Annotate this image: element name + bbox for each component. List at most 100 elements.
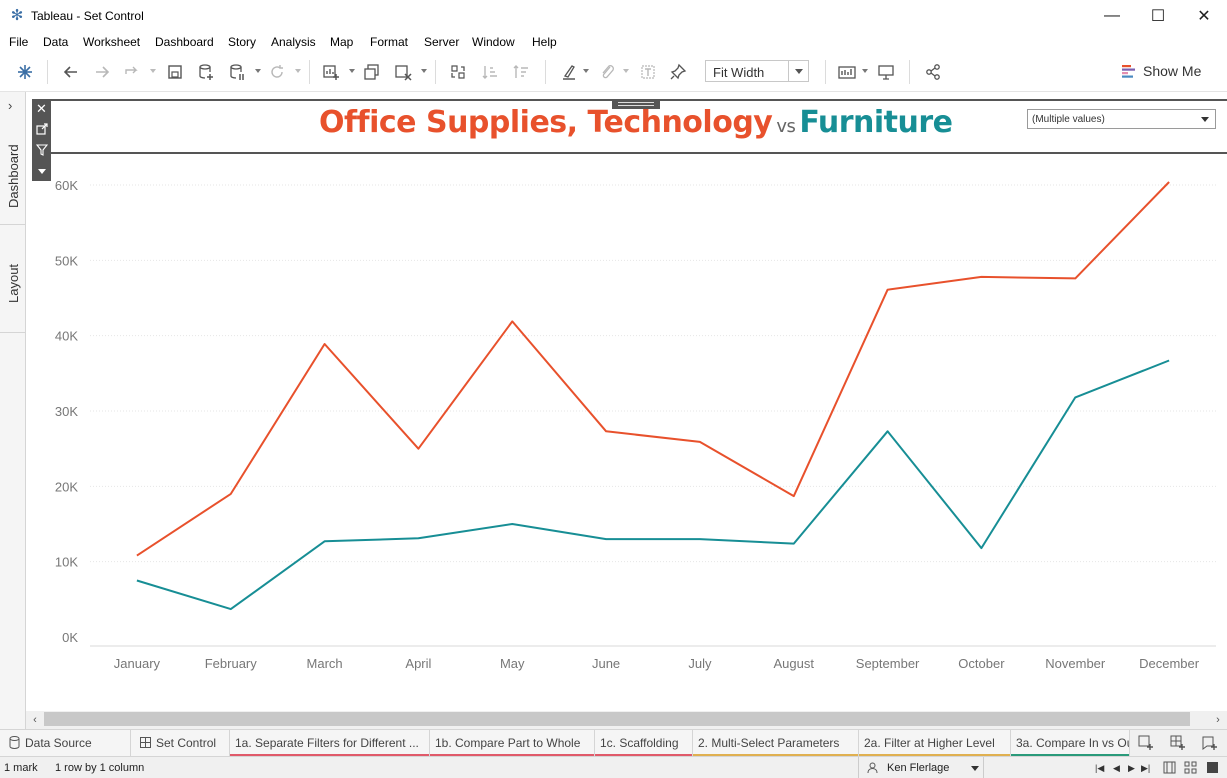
- menu-map[interactable]: Map: [330, 35, 353, 49]
- redo-icon[interactable]: [91, 62, 113, 82]
- go-to-sheet-icon[interactable]: [32, 119, 51, 138]
- title-vs: vs: [776, 116, 796, 137]
- close-button[interactable]: ✕: [1181, 0, 1227, 32]
- clear-sheet-icon[interactable]: [392, 62, 414, 82]
- pause-updates-icon[interactable]: [226, 62, 248, 82]
- duplicate-sheet-icon[interactable]: [361, 62, 383, 82]
- chevron-down-icon[interactable]: [1201, 117, 1209, 122]
- swap-rows-columns-icon[interactable]: [447, 62, 469, 82]
- menu-format[interactable]: Format: [370, 35, 408, 49]
- menu-story[interactable]: Story: [228, 35, 256, 49]
- tableau-logo-icon: ✻: [10, 7, 24, 24]
- show-mark-labels-icon[interactable]: [637, 62, 659, 82]
- presentation-mode-icon[interactable]: [875, 62, 897, 82]
- replay-icon[interactable]: [121, 62, 143, 82]
- new-worksheet-dropdown-icon[interactable]: [349, 69, 355, 73]
- tableau-home-icon[interactable]: [14, 62, 36, 82]
- pause-dropdown-icon[interactable]: [255, 69, 261, 73]
- menu-analysis[interactable]: Analysis: [271, 35, 316, 49]
- tab-set-control[interactable]: Set Control: [131, 730, 230, 757]
- tab-dashboard[interactable]: Dashboard: [0, 120, 26, 225]
- y-tick-label: 10K: [55, 555, 78, 570]
- chevron-down-icon[interactable]: [971, 766, 979, 771]
- y-tick-label: 50K: [55, 253, 78, 268]
- y-tick-label: 20K: [55, 479, 78, 494]
- new-worksheet-tab-icon[interactable]: [1138, 735, 1154, 754]
- show-cards-icon[interactable]: [836, 62, 858, 82]
- sort-ascending-icon[interactable]: [479, 62, 501, 82]
- toolbar-divider: [825, 60, 826, 84]
- tab-1b[interactable]: 1b. Compare Part to Whole: [430, 730, 595, 757]
- series-line-0: [136, 181, 1170, 557]
- group-dropdown-icon[interactable]: [623, 69, 629, 73]
- category-filter-dropdown[interactable]: (Multiple values): [1027, 109, 1216, 129]
- save-icon[interactable]: [164, 62, 186, 82]
- group-members-icon[interactable]: [596, 62, 618, 82]
- window-title: Tableau - Set Control: [31, 9, 144, 23]
- show-me-button[interactable]: Show Me: [1120, 62, 1220, 82]
- menu-worksheet[interactable]: Worksheet: [83, 35, 140, 49]
- tab-3a[interactable]: 3a. Compare In vs Ou: [1011, 730, 1130, 757]
- horizontal-scrollbar[interactable]: ‹ ›: [26, 711, 1227, 729]
- menu-server[interactable]: Server: [424, 35, 459, 49]
- tab-2[interactable]: 2. Multi-Select Parameters: [693, 730, 859, 757]
- dashboard-icon: [140, 737, 151, 748]
- next-sheet-icon[interactable]: ▶: [1128, 763, 1135, 774]
- expand-panel-icon[interactable]: ›: [8, 98, 12, 113]
- chevron-down-icon[interactable]: [788, 61, 808, 81]
- new-dashboard-tab-icon[interactable]: [1170, 735, 1186, 754]
- clear-dropdown-icon[interactable]: [421, 69, 427, 73]
- tab-layout[interactable]: Layout: [0, 225, 26, 333]
- first-sheet-icon[interactable]: |◀: [1095, 763, 1104, 774]
- refresh-dropdown-icon[interactable]: [295, 69, 301, 73]
- menu-help[interactable]: Help: [532, 35, 557, 49]
- scroll-right-icon[interactable]: ›: [1210, 712, 1226, 728]
- minimize-button[interactable]: —: [1089, 0, 1135, 32]
- scroll-left-icon[interactable]: ‹: [27, 712, 43, 728]
- menu-bar: File Data Worksheet Dashboard Story Anal…: [0, 32, 1227, 52]
- tab-label: Data Source: [25, 736, 92, 750]
- rows-columns-count: 1 row by 1 column: [55, 762, 145, 774]
- user-menu[interactable]: Ken Flerlage: [858, 757, 984, 778]
- fix-axes-icon[interactable]: [667, 62, 689, 82]
- tab-1c[interactable]: 1c. Scaffolding: [595, 730, 693, 757]
- move-handle[interactable]: [612, 99, 660, 109]
- x-tick-label: June: [592, 656, 620, 671]
- new-data-source-icon[interactable]: [195, 62, 217, 82]
- show-cards-dropdown-icon[interactable]: [862, 69, 868, 73]
- menu-data[interactable]: Data: [43, 35, 68, 49]
- menu-dashboard[interactable]: Dashboard: [155, 35, 214, 49]
- tab-2a[interactable]: 2a. Filter at Higher Level: [859, 730, 1011, 757]
- close-icon[interactable]: ✕: [32, 99, 51, 118]
- y-tick-label: 0K: [62, 630, 78, 645]
- replay-dropdown-icon[interactable]: [150, 69, 156, 73]
- tab-1a[interactable]: 1a. Separate Filters for Different ...: [230, 730, 430, 757]
- y-tick-label: 60K: [55, 178, 78, 193]
- menu-file[interactable]: File: [9, 35, 28, 49]
- tab-layout-label: Layout: [6, 263, 21, 303]
- tab-label: 2. Multi-Select Parameters: [698, 736, 840, 750]
- x-tick-label: September: [856, 656, 920, 671]
- show-filmstrip-icon[interactable]: [1163, 761, 1176, 777]
- show-tabs-icon[interactable]: [1206, 761, 1219, 777]
- last-sheet-icon[interactable]: ▶|: [1141, 763, 1150, 774]
- toolbar-divider: [47, 60, 48, 84]
- refresh-icon[interactable]: [266, 62, 288, 82]
- undo-icon[interactable]: [60, 62, 82, 82]
- show-sheet-tabs-icon[interactable]: [1184, 761, 1197, 777]
- tab-data-source[interactable]: Data Source: [0, 730, 131, 757]
- highlight-dropdown-icon[interactable]: [583, 69, 589, 73]
- new-worksheet-icon[interactable]: [320, 62, 342, 82]
- sort-descending-icon[interactable]: [510, 62, 532, 82]
- x-tick-label: July: [688, 656, 712, 671]
- previous-sheet-icon[interactable]: ◀: [1113, 763, 1120, 774]
- fit-width-select[interactable]: Fit Width: [705, 60, 809, 82]
- maximize-button[interactable]: ☐: [1135, 0, 1181, 32]
- scrollbar-thumb[interactable]: [44, 712, 1190, 726]
- share-icon[interactable]: [922, 62, 944, 82]
- new-story-tab-icon[interactable]: [1202, 735, 1218, 754]
- menu-window[interactable]: Window: [472, 35, 515, 49]
- highlight-icon[interactable]: [558, 62, 580, 82]
- x-tick-label: April: [405, 656, 431, 671]
- use-as-filter-icon[interactable]: [32, 140, 51, 159]
